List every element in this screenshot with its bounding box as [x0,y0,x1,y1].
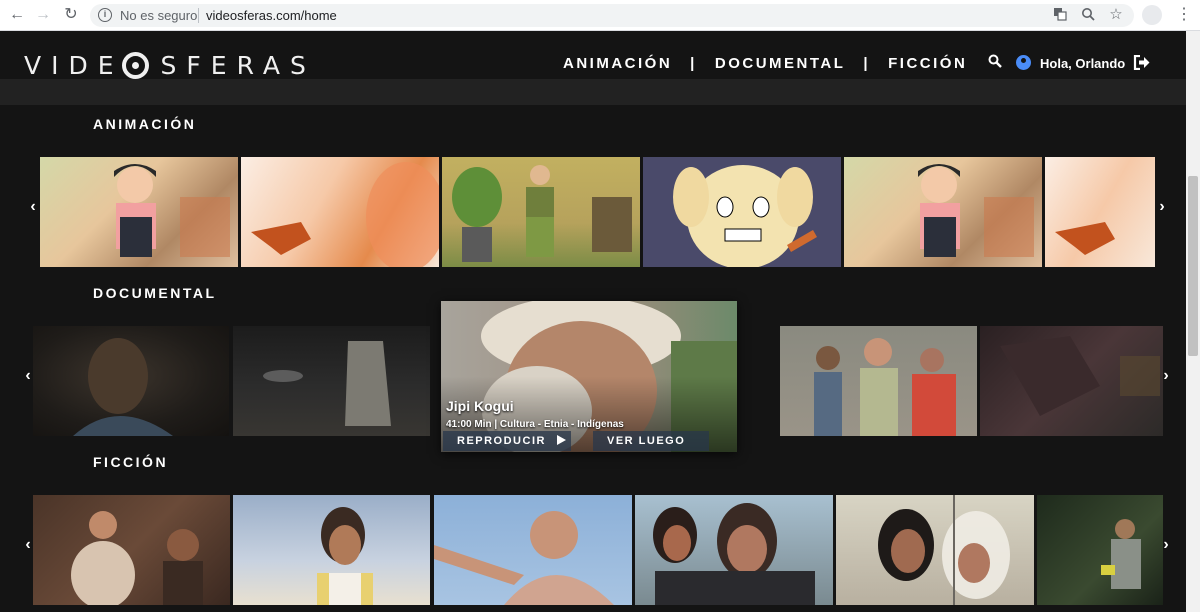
star-icon[interactable]: ☆ [1108,7,1124,23]
zoom-icon[interactable] [1080,7,1096,23]
reload-icon[interactable]: ↻ [62,6,80,24]
chevron-left-icon[interactable]: ‹ [27,198,39,216]
section-title-documental: DOCUMENTAL [93,285,217,301]
video-thumbnail[interactable] [844,157,1042,267]
featured-title: Jipi Kogui [446,398,514,414]
arrow-left-icon[interactable]: ← [8,6,26,24]
main-nav: ANIMACIÓN | DOCUMENTAL | FICCIÓN [563,55,967,72]
omnibox-divider [198,8,199,23]
nav-separator: | [690,55,697,72]
user-greeting[interactable]: Hola, Orlando [1040,56,1125,71]
arrow-right-icon[interactable]: → [34,6,52,24]
header-band [0,79,1186,105]
video-thumbnail[interactable] [643,157,841,267]
video-thumbnail[interactable] [241,157,439,267]
logout-icon[interactable] [1133,55,1150,70]
translate-icon[interactable] [1052,7,1068,23]
video-thumbnail[interactable] [442,157,640,267]
play-button-label: REPRODUCIR [457,435,546,447]
video-thumbnail[interactable] [233,495,430,605]
nav-item-documental[interactable]: DOCUMENTAL [715,55,846,72]
video-thumbnail[interactable] [1037,495,1163,605]
video-thumbnail[interactable] [1045,157,1155,267]
page-scrollbar-thumb[interactable] [1188,176,1198,356]
search-icon[interactable] [988,54,1002,68]
chevron-right-icon[interactable]: › [1156,198,1168,216]
featured-video-card[interactable]: Jipi Kogui 41:00 Min | Cultura - Etnia -… [441,301,737,452]
video-thumbnail[interactable] [33,495,230,605]
video-thumbnail[interactable] [233,326,430,436]
video-thumbnail[interactable] [836,495,1034,605]
user-icon[interactable] [1016,55,1031,70]
info-icon[interactable]: i [98,8,112,22]
video-thumbnail[interactable] [434,495,632,605]
video-thumbnail[interactable] [33,326,229,436]
play-button[interactable]: REPRODUCIR [443,431,571,451]
watch-later-button[interactable]: VER LUEGO [593,431,709,451]
browser-toolbar: ← → ↻ i No es seguro videosferas.com/hom… [0,0,1200,31]
browser-menu-icon[interactable]: ⋮ [1176,5,1192,25]
video-thumbnail[interactable] [635,495,833,605]
play-icon [556,435,566,445]
featured-meta: 41:00 Min | Cultura - Etnia - Indígenas [446,419,624,430]
url-text[interactable]: videosferas.com/home [206,8,337,23]
logo-text-left: VIDE [24,51,124,80]
profile-avatar[interactable] [1142,5,1162,25]
site-logo[interactable]: VIDE SFERAS [24,51,316,80]
logo-text-right: SFERAS [160,51,316,80]
logo-o-icon [121,52,149,79]
nav-item-ficcion[interactable]: FICCIÓN [888,55,967,72]
nav-item-animacion[interactable]: ANIMACIÓN [563,55,672,72]
video-thumbnail[interactable] [780,326,977,436]
security-label: No es seguro [120,8,198,23]
video-thumbnail[interactable] [40,157,238,267]
nav-separator: | [863,55,871,72]
page-scrollbar[interactable] [1186,31,1200,612]
section-title-animacion: ANIMACIÓN [93,116,197,132]
address-bar[interactable]: i No es seguro videosferas.com/home ☆ [90,4,1134,27]
site-header: VIDE SFERAS ANIMACIÓN | DOCUMENTAL | FIC… [0,31,1186,80]
section-title-ficcion: FICCIÓN [93,454,169,470]
watch-later-label: VER LUEGO [607,435,686,447]
video-thumbnail[interactable] [980,326,1163,436]
